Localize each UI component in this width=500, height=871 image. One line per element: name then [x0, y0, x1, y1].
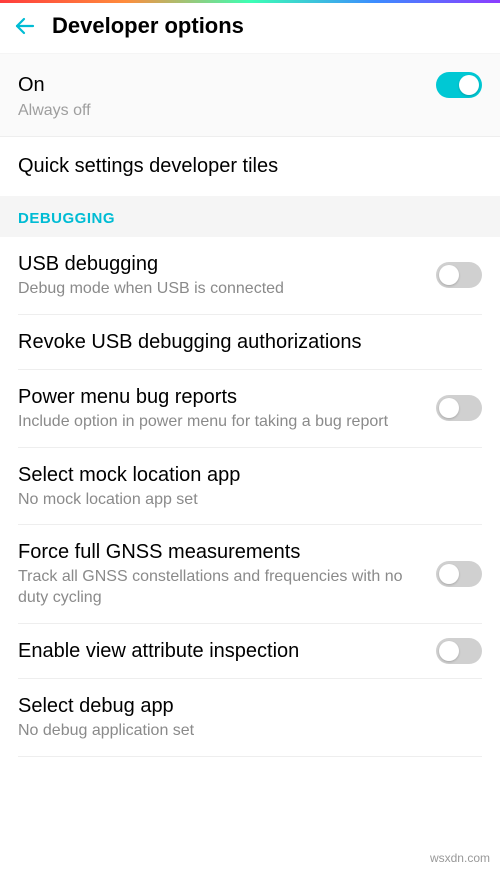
gnss-sub: Track all GNSS constellations and freque…	[18, 567, 424, 609]
mock-location-row[interactable]: Select mock location app No mock locatio…	[0, 448, 500, 525]
view-attribute-title: Enable view attribute inspection	[18, 638, 424, 664]
revoke-auth-row[interactable]: Revoke USB debugging authorizations	[0, 315, 500, 369]
usb-debugging-switch[interactable]	[436, 262, 482, 288]
quick-settings-tiles-row[interactable]: Quick settings developer tiles	[0, 137, 500, 196]
divider	[18, 756, 482, 757]
section-header-debugging: DEBUGGING	[0, 196, 500, 237]
power-menu-switch[interactable]	[436, 395, 482, 421]
mock-location-sub: No mock location app set	[18, 490, 470, 511]
debug-app-sub: No debug application set	[18, 721, 470, 742]
master-toggle-row[interactable]: On	[0, 54, 500, 102]
power-menu-row[interactable]: Power menu bug reports Include option in…	[0, 370, 500, 447]
usb-debugging-sub: Debug mode when USB is connected	[18, 279, 424, 300]
previous-item-cutoff: Always off	[0, 102, 500, 136]
power-menu-sub: Include option in power menu for taking …	[18, 412, 424, 433]
gnss-switch[interactable]	[436, 561, 482, 587]
revoke-auth-title: Revoke USB debugging authorizations	[18, 329, 470, 355]
debug-app-title: Select debug app	[18, 693, 470, 719]
master-toggle-label: On	[18, 74, 45, 97]
view-attribute-switch[interactable]	[436, 638, 482, 664]
usb-debugging-row[interactable]: USB debugging Debug mode when USB is con…	[0, 237, 500, 314]
watermark: wsxdn.com	[430, 851, 490, 865]
back-arrow-icon[interactable]	[12, 13, 38, 39]
gnss-title: Force full GNSS measurements	[18, 539, 424, 565]
view-attribute-row[interactable]: Enable view attribute inspection	[0, 624, 500, 678]
gnss-row[interactable]: Force full GNSS measurements Track all G…	[0, 525, 500, 623]
usb-debugging-title: USB debugging	[18, 251, 424, 277]
power-menu-title: Power menu bug reports	[18, 384, 424, 410]
debug-app-row[interactable]: Select debug app No debug application se…	[0, 679, 500, 756]
master-toggle-switch[interactable]	[436, 72, 482, 98]
app-header: Developer options	[0, 3, 500, 54]
mock-location-title: Select mock location app	[18, 462, 470, 488]
page-title: Developer options	[52, 13, 244, 39]
